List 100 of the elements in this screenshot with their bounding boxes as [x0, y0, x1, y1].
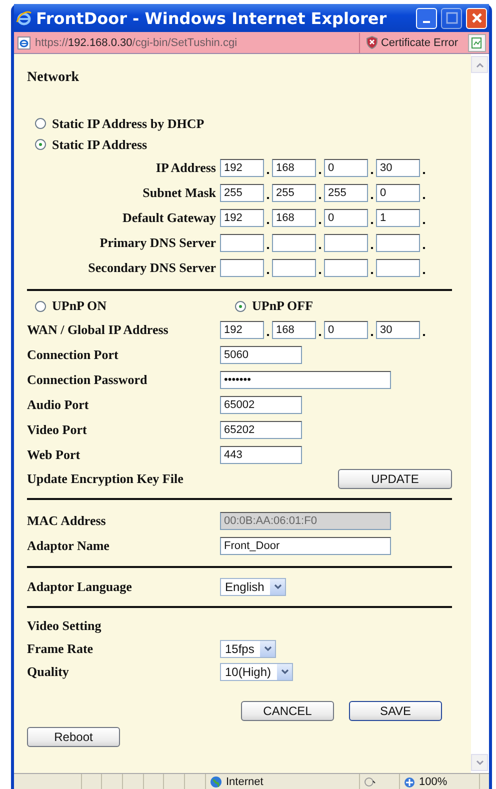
- maximize-icon: [446, 12, 458, 24]
- radio-button[interactable]: [35, 118, 46, 129]
- minimize-icon: [423, 21, 430, 23]
- reboot-button[interactable]: Reboot: [27, 727, 120, 747]
- disabled-field: 00:0B:AA:06:01:F0: [220, 512, 391, 530]
- dot-separator: [319, 196, 321, 198]
- dropdown[interactable]: 15fps: [220, 640, 276, 658]
- dot-separator: [319, 172, 321, 174]
- octet-field[interactable]: 0: [324, 158, 368, 176]
- octet-field[interactable]: [220, 234, 264, 252]
- field-label: Audio Port: [27, 396, 90, 412]
- octet-field[interactable]: 255: [220, 184, 264, 202]
- octet-field[interactable]: [272, 234, 316, 252]
- certificate-error-button[interactable]: Certificate Error: [358, 32, 464, 52]
- input-field[interactable]: Front_Door: [220, 536, 391, 554]
- close-button[interactable]: [466, 8, 487, 28]
- dropdown[interactable]: 10(High): [220, 662, 294, 680]
- zoom-level-text: 100%: [419, 776, 448, 788]
- cancel-button[interactable]: CANCEL: [241, 701, 334, 721]
- octet-field[interactable]: [272, 258, 316, 276]
- octet-field[interactable]: 30: [376, 320, 420, 338]
- dot-separator: [423, 246, 425, 248]
- octet-field[interactable]: 255: [324, 184, 368, 202]
- input-field[interactable]: 443: [220, 446, 302, 464]
- field-label: Adaptor Name: [27, 538, 110, 554]
- caret-icon: [274, 584, 282, 590]
- radio-option[interactable]: Static IP Address: [27, 136, 148, 152]
- dot-separator: [371, 172, 373, 174]
- window-title: FrontDoor - Windows Internet Explorer: [36, 8, 388, 28]
- radio-button[interactable]: [35, 300, 46, 312]
- input-field[interactable]: 5060: [220, 346, 302, 364]
- compatibility-view-button[interactable]: [468, 34, 486, 52]
- field-label: Update Encryption Key File: [27, 470, 184, 486]
- password-field[interactable]: •••••••: [220, 370, 391, 388]
- octet-field[interactable]: [324, 234, 368, 252]
- octet-field[interactable]: 168: [272, 208, 316, 226]
- radio-option[interactable]: UPnP ON: [27, 298, 227, 314]
- close-icon: [470, 12, 482, 24]
- octet-field[interactable]: 168: [272, 320, 316, 338]
- radio-button[interactable]: [35, 139, 46, 150]
- field-label: Secondary DNS Server: [87, 260, 216, 276]
- scroll-down-button[interactable]: [471, 754, 488, 771]
- globe-icon: [210, 776, 222, 788]
- caret-icon: [280, 668, 289, 674]
- dot-separator: [423, 196, 425, 198]
- dot-separator: [267, 196, 269, 198]
- save-button[interactable]: SAVE: [349, 701, 442, 721]
- dropdown[interactable]: English: [220, 578, 286, 596]
- dot-separator: [423, 172, 425, 174]
- field-label: Connection Port: [27, 346, 120, 362]
- dot-separator: [423, 222, 425, 224]
- octet-field[interactable]: 192: [220, 320, 264, 338]
- field-label: Adaptor Language: [27, 579, 133, 595]
- browser-logo-icon: [16, 10, 32, 26]
- update-button[interactable]: UPDATE: [338, 468, 452, 488]
- octet-field[interactable]: 192: [220, 208, 264, 226]
- input-field[interactable]: 65002: [220, 396, 302, 414]
- octet-field[interactable]: 192: [220, 158, 264, 176]
- field-label: Video Port: [27, 422, 88, 438]
- shield-icon: [366, 36, 378, 49]
- octet-field[interactable]: 1: [376, 208, 420, 226]
- field-label: Quality: [27, 664, 70, 680]
- octet-field[interactable]: 30: [376, 158, 420, 176]
- dot-separator: [423, 334, 425, 336]
- octet-field[interactable]: [376, 258, 420, 276]
- radio-option[interactable]: Static IP Address by DHCP: [27, 116, 204, 132]
- field-label: WAN / Global IP Address: [27, 322, 170, 338]
- dot-separator: [371, 334, 373, 336]
- octet-field[interactable]: [376, 234, 420, 252]
- maximize-button[interactable]: [441, 8, 462, 28]
- octet-field[interactable]: 0: [324, 208, 368, 226]
- octet-field[interactable]: [220, 258, 264, 276]
- octet-field[interactable]: 0: [324, 320, 368, 338]
- octet-field[interactable]: 255: [272, 184, 316, 202]
- section-heading: Video Setting: [27, 618, 102, 634]
- octet-field[interactable]: [324, 258, 368, 276]
- radio-button[interactable]: [235, 300, 246, 312]
- dot-separator: [267, 272, 269, 274]
- caret-icon: [264, 646, 272, 652]
- dot-separator: [371, 196, 373, 198]
- octet-field[interactable]: 168: [272, 158, 316, 176]
- page-chart-icon: [471, 36, 483, 48]
- address-field[interactable]: https://192.168.0.30/cgi-bin/SetTushin.cgi: [35, 36, 355, 48]
- dot-separator: [371, 222, 373, 224]
- octet-field[interactable]: 0: [376, 184, 420, 202]
- field-label: MAC Address: [27, 512, 107, 528]
- dot-separator: [267, 222, 269, 224]
- section-heading: Network: [27, 70, 80, 86]
- minimize-button[interactable]: [416, 8, 437, 28]
- field-label: Primary DNS Server: [98, 234, 216, 250]
- page-icon: [17, 36, 31, 50]
- dot-separator: [319, 334, 321, 336]
- dot-separator: [371, 246, 373, 248]
- scroll-up-button[interactable]: [471, 56, 488, 73]
- dot-separator: [267, 246, 269, 248]
- field-label: Default Gateway: [121, 210, 216, 226]
- dot-separator: [267, 172, 269, 174]
- radio-option[interactable]: UPnP OFF: [227, 298, 314, 314]
- dot-separator: [319, 272, 321, 274]
- input-field[interactable]: 65202: [220, 420, 302, 438]
